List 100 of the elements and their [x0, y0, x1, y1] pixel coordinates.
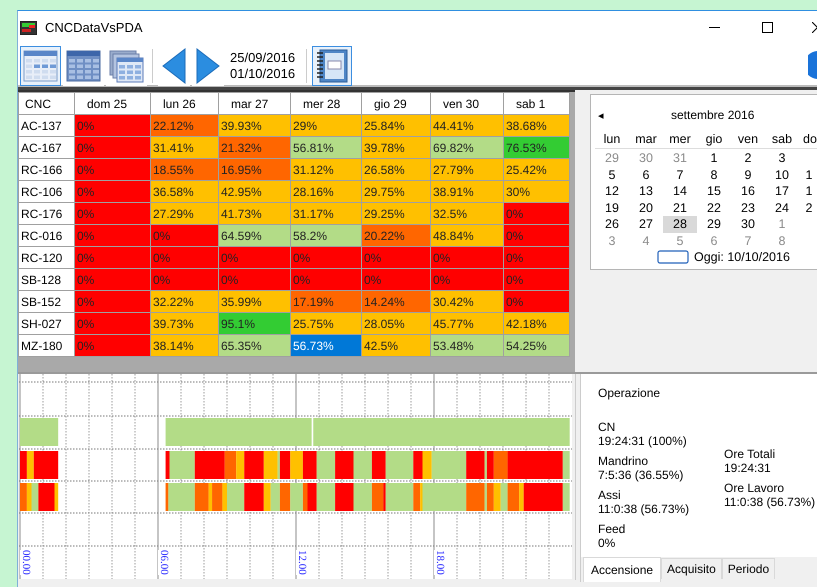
table-cell[interactable]: 0% — [74, 312, 150, 334]
table-cell[interactable]: 29.25% — [362, 202, 430, 224]
table-cell[interactable]: 29.75% — [362, 180, 430, 202]
calendar-day[interactable]: 13 — [629, 183, 663, 200]
table-cell[interactable]: 45.77% — [430, 312, 504, 334]
table-cell[interactable]: 16.95% — [218, 158, 290, 180]
column-header[interactable]: mar 27 — [218, 92, 290, 114]
table-cell[interactable]: 21.32% — [218, 136, 290, 158]
column-header[interactable]: CNC — [18, 92, 74, 114]
table-cell[interactable]: 0% — [150, 246, 218, 268]
table-cell[interactable]: 22.12% — [150, 114, 218, 136]
calendar-day[interactable]: 23 — [731, 200, 765, 216]
table-cell[interactable]: 53.48% — [430, 334, 504, 356]
table-cell[interactable]: 0% — [290, 268, 362, 290]
table-cell[interactable]: 0% — [150, 224, 218, 246]
calendar-day[interactable]: 15 — [697, 183, 731, 200]
table-cell[interactable]: 42.95% — [218, 180, 290, 202]
table-cell[interactable]: 41.73% — [218, 202, 290, 224]
table-cell[interactable]: 0% — [218, 246, 290, 268]
table-cell[interactable]: 31.12% — [290, 158, 362, 180]
calendar-day[interactable]: 5 — [595, 166, 629, 183]
table-cell[interactable]: 0% — [74, 114, 150, 136]
table-cell[interactable]: 25.75% — [290, 312, 362, 334]
table-cell[interactable]: 27.29% — [150, 202, 218, 224]
calendar-day[interactable]: 3 — [765, 150, 799, 166]
table-cell[interactable]: 30% — [504, 180, 570, 202]
table-cell[interactable]: 20.22% — [362, 224, 430, 246]
table-cell[interactable]: 0% — [290, 246, 362, 268]
calendar-day[interactable]: 1 — [799, 166, 817, 183]
table-cell[interactable]: 0% — [362, 246, 430, 268]
table-view-button[interactable] — [20, 46, 61, 86]
table-cell[interactable]: 0% — [362, 268, 430, 290]
calendar-day[interactable]: 28 — [663, 216, 697, 232]
table-cell[interactable]: 69.82% — [430, 136, 504, 158]
calendar-day[interactable]: 30 — [731, 216, 765, 232]
table-cell[interactable]: 0% — [504, 246, 570, 268]
table-cell[interactable]: 42.5% — [362, 334, 430, 356]
calendar-day[interactable]: 20 — [629, 200, 663, 216]
calendar-day[interactable]: 1 — [799, 183, 817, 200]
table-cell[interactable]: 0% — [504, 202, 570, 224]
table-cell[interactable]: 31.17% — [290, 202, 362, 224]
notebook-button[interactable] — [312, 46, 352, 86]
close-icon[interactable] — [812, 22, 817, 33]
table-cell[interactable]: 56.73% — [290, 334, 362, 356]
calendar-day[interactable]: 1 — [697, 150, 731, 166]
table-cell[interactable]: 0% — [150, 268, 218, 290]
calendar-day[interactable]: 26 — [595, 216, 629, 232]
tab[interactable]: Acquisito — [661, 558, 722, 579]
table-cell[interactable]: 0% — [504, 290, 570, 312]
calendar-day[interactable]: 22 — [697, 200, 731, 216]
table-cell[interactable]: 58.2% — [290, 224, 362, 246]
table-cell[interactable]: 17.19% — [290, 290, 362, 312]
table-cell[interactable]: 95.1% — [218, 312, 290, 334]
table-cell[interactable]: 14.24% — [362, 290, 430, 312]
tab[interactable]: Accensione — [583, 557, 662, 582]
calendar-day[interactable]: 12 — [595, 183, 629, 200]
table-cell[interactable]: 18.55% — [150, 158, 218, 180]
table-cell[interactable]: 65.35% — [218, 334, 290, 356]
table-cell[interactable]: 42.18% — [504, 312, 570, 334]
table-cell[interactable]: 26.58% — [362, 158, 430, 180]
table-cell[interactable]: 38.91% — [430, 180, 504, 202]
calendar-day[interactable]: 10 — [765, 166, 799, 183]
table-cell[interactable]: 64.59% — [218, 224, 290, 246]
table-cell[interactable]: 28.05% — [362, 312, 430, 334]
table-cell[interactable]: 28.16% — [290, 180, 362, 202]
tab[interactable]: Periodo — [722, 558, 776, 579]
table-cell[interactable]: 0% — [74, 158, 150, 180]
table-cell[interactable]: 76.53% — [504, 136, 570, 158]
calendar-day[interactable]: 24 — [765, 200, 799, 216]
column-header[interactable]: lun 26 — [150, 92, 218, 114]
calendar-day[interactable]: 7 — [663, 166, 697, 183]
table-cell[interactable]: 54.25% — [504, 334, 570, 356]
table-cell[interactable]: 35.99% — [218, 290, 290, 312]
table-cell[interactable]: 0% — [74, 202, 150, 224]
calendar-day[interactable]: 17 — [765, 183, 799, 200]
table-cell[interactable]: 48.84% — [430, 224, 504, 246]
table-cell[interactable]: 38.68% — [504, 114, 570, 136]
table-cell[interactable]: 25.42% — [504, 158, 570, 180]
table-cell[interactable]: 29% — [290, 114, 362, 136]
table-cell[interactable]: 27.79% — [430, 158, 504, 180]
table-cell[interactable]: 32.5% — [430, 202, 504, 224]
table-cell[interactable]: 39.73% — [150, 312, 218, 334]
table-cell[interactable]: 0% — [74, 246, 150, 268]
column-header[interactable]: ven 30 — [430, 92, 504, 114]
previous-month-button[interactable]: ◂ — [595, 108, 607, 122]
calendar-day[interactable]: 29 — [697, 216, 731, 232]
table-cell[interactable]: 44.41% — [430, 114, 504, 136]
column-header[interactable]: gio 29 — [362, 92, 430, 114]
calendar-day[interactable]: 8 — [697, 166, 731, 183]
calendar-day[interactable]: 2 — [799, 200, 817, 216]
column-header[interactable]: mer 28 — [290, 92, 362, 114]
column-header[interactable]: dom 25 — [74, 92, 150, 114]
maximize-icon[interactable] — [762, 22, 773, 33]
table-cell[interactable]: 0% — [430, 268, 504, 290]
calendar-day[interactable]: 19 — [595, 200, 629, 216]
table-cell[interactable]: 38.14% — [150, 334, 218, 356]
column-header[interactable]: sab 1 — [504, 92, 570, 114]
table-cell[interactable]: 39.78% — [362, 136, 430, 158]
table-cell[interactable]: 0% — [74, 180, 150, 202]
table-cell[interactable]: 25.84% — [362, 114, 430, 136]
